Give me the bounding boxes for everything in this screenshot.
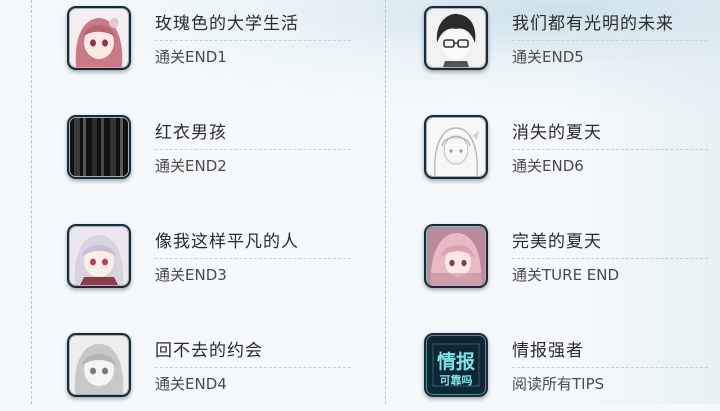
pink-haired-girl-portrait-icon xyxy=(67,6,131,70)
achievement-status: 通关TURE END xyxy=(512,266,620,284)
achievement-title: 回不去的约会 xyxy=(155,341,263,361)
achievement-item[interactable]: 回不去的约会 通关END4 xyxy=(67,333,377,411)
divider xyxy=(155,149,351,150)
divider xyxy=(155,367,351,368)
divider xyxy=(155,258,351,259)
info-badge-icon: 情报 可靠吗 xyxy=(424,333,488,397)
divider xyxy=(512,149,708,150)
achievement-status: 阅读所有TIPS xyxy=(512,375,605,393)
divider xyxy=(512,40,708,41)
glasses-boy-portrait-icon xyxy=(424,6,488,70)
achievement-status: 通关END3 xyxy=(155,266,227,284)
divider xyxy=(512,258,708,259)
pink-girl-portrait-icon xyxy=(424,224,488,288)
achievement-title: 玫瑰色的大学生活 xyxy=(155,14,299,34)
achievement-status: 通关END5 xyxy=(512,48,584,66)
achievement-status: 通关END1 xyxy=(155,48,227,66)
achievement-item[interactable]: 红衣男孩 通关END2 xyxy=(67,115,377,193)
achievement-status: 通关END2 xyxy=(155,157,227,175)
badge-text-sub: 可靠吗 xyxy=(440,373,473,387)
column-divider-center xyxy=(385,0,386,404)
divider xyxy=(512,367,708,368)
divider xyxy=(155,40,351,41)
achievement-item[interactable]: 情报 可靠吗 情报强者 阅读所有TIPS xyxy=(424,333,720,411)
achievement-item[interactable]: 我们都有光明的未来 通关END5 xyxy=(424,6,720,84)
achievement-item[interactable]: 消失的夏天 通关END6 xyxy=(424,115,720,193)
achievement-title: 完美的夏天 xyxy=(512,232,602,252)
achievement-status: 通关END4 xyxy=(155,375,227,393)
column-divider-left xyxy=(31,0,32,404)
dark-curtain-image-icon xyxy=(67,115,131,179)
achievement-title: 我们都有光明的未来 xyxy=(512,14,674,34)
achievement-item[interactable]: 完美的夏天 通关TURE END xyxy=(424,224,720,302)
achievement-title: 消失的夏天 xyxy=(512,123,602,143)
achievement-title: 情报强者 xyxy=(512,341,584,361)
achievement-item[interactable]: 像我这样平凡的人 通关END3 xyxy=(67,224,377,302)
achievement-item[interactable]: 玫瑰色的大学生活 通关END1 xyxy=(67,6,377,84)
achievement-title: 像我这样平凡的人 xyxy=(155,232,299,252)
achievement-title: 红衣男孩 xyxy=(155,123,227,143)
grayscale-girl-portrait-icon xyxy=(67,333,131,397)
sketch-girl-portrait-icon xyxy=(424,115,488,179)
white-haired-girl-portrait-icon xyxy=(67,224,131,288)
badge-text-main: 情报 xyxy=(437,350,475,373)
achievement-status: 通关END6 xyxy=(512,157,584,175)
